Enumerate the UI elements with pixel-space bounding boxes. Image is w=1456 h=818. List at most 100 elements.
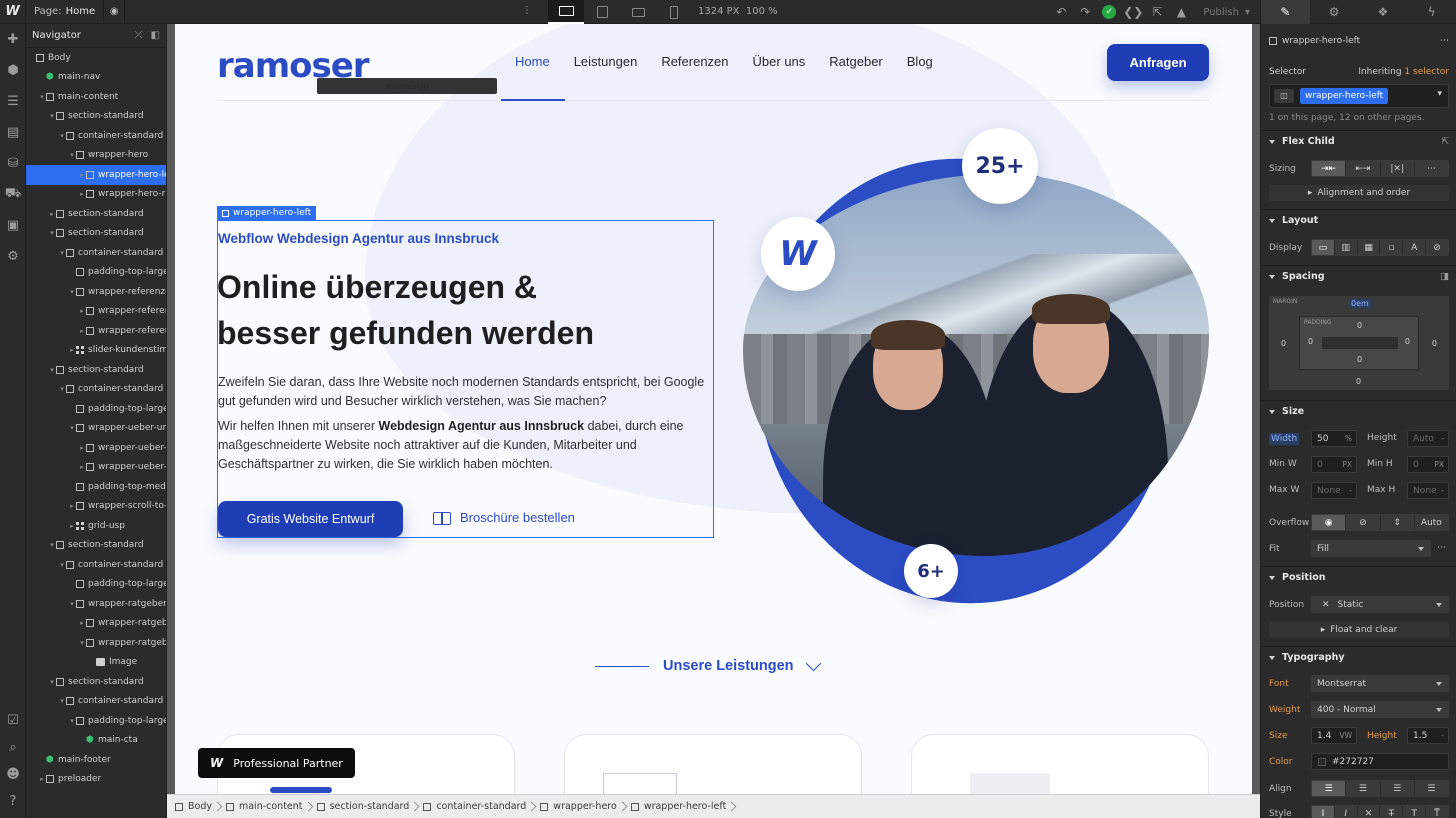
navigator-item[interactable]: ▾ section-standard [26,536,166,556]
caret-right-icon[interactable]: ▸ [78,190,86,198]
navigator-item[interactable]: ▾ container-standard [26,692,166,712]
selector-chip[interactable]: wrapper-hero-left [1300,88,1389,104]
design-canvas[interactable]: ramoser webdesign Home Leistungen Refere… [167,24,1260,794]
broschuere-link[interactable]: Broschüre bestellen [433,510,575,525]
caret-down-icon[interactable]: ▾ [68,288,76,296]
navigator-item[interactable]: ▸ wrapper-referenzen [26,302,166,322]
anfragen-button[interactable]: Anfragen [1107,44,1209,81]
style-brush-icon[interactable]: ✎ [1261,0,1310,24]
max-height-input[interactable]: None - [1407,482,1449,499]
display-none-icon[interactable]: ⊘ [1426,240,1448,255]
decoration-none-icon[interactable]: ✕ [1358,806,1381,818]
layout-section[interactable]: Layout [1261,209,1456,231]
caret-right-icon[interactable]: ▸ [68,346,76,354]
flex-child-section[interactable]: Flex Child ⇱ [1261,130,1456,152]
interactions-bolt-icon[interactable]: ϟ [1407,0,1456,24]
mobile-landscape-icon[interactable] [620,0,656,24]
caret-down-icon[interactable]: ▾ [68,717,76,725]
mobile-portrait-icon[interactable] [656,0,692,24]
italic-off-icon[interactable]: I [1312,806,1335,818]
fit-select[interactable]: Fill [1311,540,1431,557]
navigator-item[interactable]: ▾ wrapper-ratgeber [26,633,166,653]
height-input[interactable]: Auto - [1407,430,1449,447]
navigator-item[interactable]: ▸ slider-kundenstimmen [26,341,166,361]
professional-partner-badge[interactable]: W Professional Partner [198,748,355,778]
navigator-item[interactable]: padding-top-large [26,399,166,419]
navigator-item[interactable]: ▾ section-standard [26,672,166,692]
none-option-icon[interactable]: |✕| [1381,161,1415,176]
padding-top-value[interactable]: 0 [1357,321,1362,330]
underline-icon[interactable]: T [1403,806,1427,818]
navigator-item[interactable]: padding-top-medium [26,477,166,497]
breadcrumb-item[interactable]: wrapper-hero-left [630,801,736,812]
site-logo[interactable]: ramoser webdesign [217,46,497,94]
settings-gear-icon[interactable]: ⚙ [0,241,26,272]
nav-link-blog[interactable]: Blog [907,54,933,69]
padding-left-value[interactable]: 0 [1308,337,1313,346]
nav-link-leistungen[interactable]: Leistungen [574,54,638,69]
overflow-visible-icon[interactable]: ◉ [1312,515,1347,530]
min-height-input[interactable]: 0 PX [1407,456,1449,473]
preview-eye-icon[interactable]: ◉ [103,0,126,24]
color-swatch[interactable] [1318,757,1326,766]
caret-down-icon[interactable]: ▾ [48,229,56,237]
caret-right-icon[interactable]: ▸ [78,444,86,452]
breadcrumb-item[interactable]: container-standard [423,801,535,812]
display-grid-icon[interactable]: ▦ [1358,240,1381,255]
collapse-all-icon[interactable]: ⤫ [135,30,143,41]
display-block-icon[interactable]: ▭ [1312,240,1335,255]
selector-state-icon[interactable]: ◫ [1274,89,1294,103]
caret-down-icon[interactable]: ▾ [58,385,66,393]
caret-right-icon[interactable]: ▸ [48,210,56,218]
inheriting-count[interactable]: 1 selector [1404,67,1449,77]
cms-icon[interactable]: ⛁ [0,148,26,179]
align-center-icon[interactable]: ☰ [1346,781,1381,796]
caret-down-icon[interactable]: ▾ [78,639,86,647]
more-options-icon[interactable]: ⋯ [1440,36,1449,46]
caret-right-icon[interactable]: ▸ [78,307,86,315]
more-dots-icon[interactable]: ⋮ [520,0,534,24]
font-size-input[interactable]: 1.4 VW [1311,727,1357,744]
navigator-item[interactable]: ▾ wrapper-ratgeber-main [26,594,166,614]
navigator-item[interactable]: ▾ container-standard [26,243,166,263]
margin-top-value[interactable]: 0em [1349,299,1371,308]
caret-right-icon[interactable]: ▸ [68,502,76,510]
navigator-item[interactable]: padding-top-large [26,263,166,283]
desktop-breakpoint-icon[interactable] [548,0,584,24]
caret-right-icon[interactable]: ▸ [78,171,86,179]
nav-link-home[interactable]: Home [515,54,550,69]
caret-right-icon[interactable]: ▸ [78,463,86,471]
color-input[interactable]: #272727 [1311,753,1449,770]
breadcrumb-item[interactable]: section-standard [316,801,419,812]
breadcrumb-item[interactable]: Body [175,801,221,812]
padding-right-value[interactable]: 0 [1405,337,1410,346]
spacing-section[interactable]: Spacing ◨ [1261,265,1456,287]
overline-icon[interactable]: T̅ [1426,806,1448,818]
dock-panel-icon[interactable]: ◧ [151,30,160,41]
line-height-input[interactable]: 1.5- [1407,727,1449,744]
caret-right-icon[interactable]: ▸ [38,775,46,783]
caret-down-icon[interactable]: ▾ [68,151,76,159]
margin-right-value[interactable]: 0 [1432,339,1437,348]
navigator-item[interactable]: ▾ wrapper-referenzen [26,282,166,302]
caret-right-icon[interactable]: ▸ [78,619,86,627]
chevron-down-icon[interactable]: ▾ [1437,89,1442,99]
font-select[interactable]: Montserrat [1311,675,1449,692]
export-icon[interactable]: ⇱ [1145,0,1169,24]
caret-right-icon[interactable]: ▸ [68,522,76,530]
navigator-item[interactable]: ▾ section-standard [26,224,166,244]
navigator-item[interactable]: ⬢ main-cta [26,731,166,751]
navigator-item[interactable]: ▾ main-content [26,87,166,107]
navigator-item[interactable]: padding-top-large [26,575,166,595]
page-selector[interactable]: Page: Home [26,6,103,17]
position-section[interactable]: Position [1261,566,1456,588]
symbols-icon[interactable]: ⬢ [0,55,26,86]
align-right-icon[interactable]: ☰ [1381,781,1415,796]
audit-icon[interactable]: ▲ [1169,0,1193,24]
navigator-item[interactable]: ▸ wrapper-referenzen [26,321,166,341]
width-input[interactable]: 50% [1311,430,1357,447]
more-options-icon[interactable]: ⋯ [1415,161,1448,176]
more-options-icon[interactable]: ⋯ [1437,543,1446,553]
strikethrough-icon[interactable]: T̶ [1380,806,1404,818]
assets-icon[interactable]: ▣ [0,210,26,241]
